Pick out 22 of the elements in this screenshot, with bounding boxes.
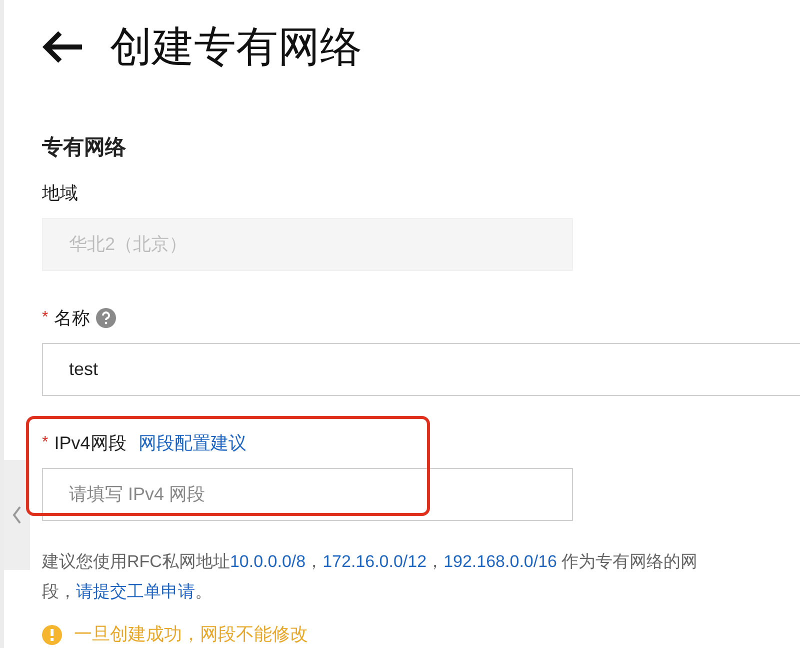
hint-link[interactable]: 请提交工单申请 xyxy=(76,582,195,601)
hint-link[interactable]: 172.16.0.0/12 xyxy=(322,552,427,571)
config-advice-link[interactable]: 网段配置建议 xyxy=(138,430,246,456)
ip-range-hint: 建议您使用RFC私网地址10.0.0.0/8，172.16.0.0/12，192.168.0.0/16 作为专有网络的网段，请提交工单申请。 xyxy=(42,551,699,603)
region-field: 华北2（北京） xyxy=(42,218,573,271)
warning-text: 一旦创建成功，网段不能修改 xyxy=(74,623,308,646)
collapse-tab[interactable] xyxy=(4,460,30,570)
back-arrow-icon[interactable] xyxy=(42,30,84,64)
field-label: 名称 xyxy=(54,306,90,330)
required-mark: * xyxy=(42,435,48,451)
input-field[interactable]: 请填写 IPv4 网段 xyxy=(42,468,573,521)
warning-icon xyxy=(42,624,62,644)
required-mark: * xyxy=(42,310,48,326)
input-field[interactable]: test xyxy=(42,343,800,396)
help-icon[interactable] xyxy=(96,308,116,328)
chevron-left-icon xyxy=(12,506,22,524)
hint-link[interactable]: 192.168.0.0/16 xyxy=(444,552,558,571)
field-label: IPv4网段 xyxy=(54,432,126,454)
field-label: 地域 xyxy=(42,182,78,204)
page-title: 创建专有网络 xyxy=(110,26,362,68)
hint-link[interactable]: 10.0.0.0/8 xyxy=(230,552,306,571)
section-title: 专有网络 xyxy=(42,135,127,161)
